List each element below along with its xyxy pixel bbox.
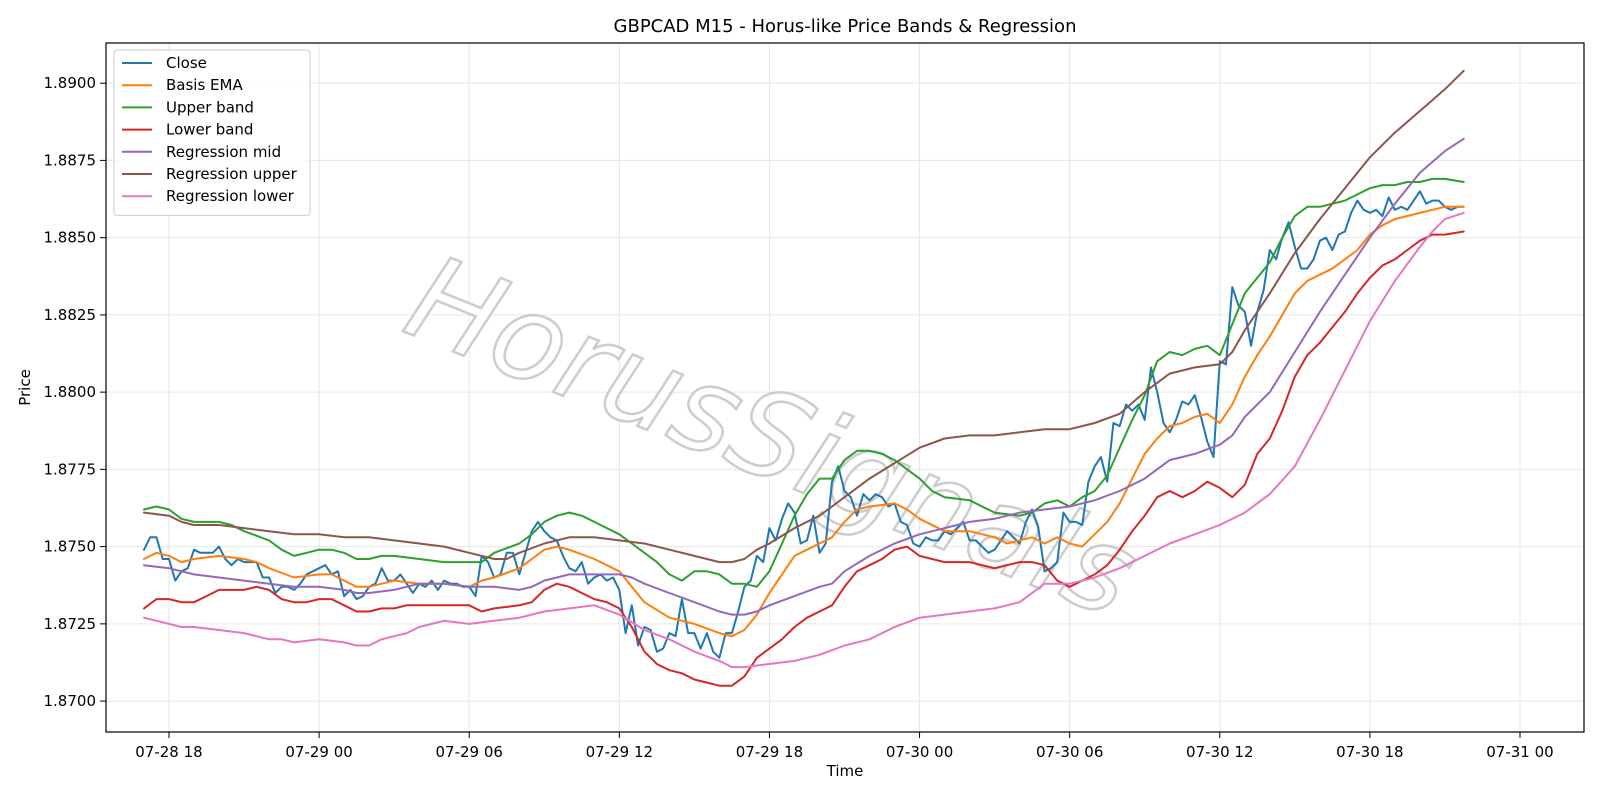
legend-label: Lower band xyxy=(166,121,253,139)
x-tick-label: 07-30 12 xyxy=(1186,743,1253,761)
x-tick-label: 07-29 18 xyxy=(736,743,803,761)
plot-frame xyxy=(105,42,1585,733)
x-tick-label: 07-30 06 xyxy=(1036,743,1103,761)
price-chart: GBPCAD M15 - Horus-like Price Bands & Re… xyxy=(16,16,1585,780)
y-tick-label: 1.8750 xyxy=(44,538,97,556)
x-tick-label: 07-31 00 xyxy=(1486,743,1553,761)
legend-label: Close xyxy=(166,54,207,72)
legend-label: Regression mid xyxy=(166,143,281,161)
y-axis: 1.8700 1.8725 1.8750 1.8775 1.8800 1.8825 1.88… xyxy=(44,74,106,710)
y-tick-label: 1.8700 xyxy=(44,692,97,710)
y-tick-label: 1.8875 xyxy=(44,151,97,169)
x-axis-label: Time xyxy=(826,762,864,780)
y-tick-label: 1.8800 xyxy=(44,383,97,401)
chart-container: GBPCAD M15 - Horus-like Price Bands & Re… xyxy=(0,0,1600,800)
x-tick-label: 07-29 00 xyxy=(285,743,352,761)
grid xyxy=(106,43,1584,732)
x-tick-label: 07-29 06 xyxy=(435,743,502,761)
legend-label: Regression lower xyxy=(166,187,295,205)
x-tick-label: 07-30 18 xyxy=(1336,743,1403,761)
legend-label: Regression upper xyxy=(166,165,298,183)
y-tick-label: 1.8825 xyxy=(44,306,97,324)
legend-label: Upper band xyxy=(166,98,254,116)
y-tick-label: 1.8725 xyxy=(44,615,97,633)
y-tick-label: 1.8900 xyxy=(44,74,97,92)
legend: Close Basis EMA Upper band Lower band Regres… xyxy=(113,49,311,216)
legend-label: Basis EMA xyxy=(166,76,243,94)
watermark: HorusSignals xyxy=(388,227,1156,646)
watermark-text: HorusSignals xyxy=(390,228,1155,644)
x-tick-label: 07-29 12 xyxy=(586,743,653,761)
x-tick-label: 07-30 00 xyxy=(886,743,953,761)
y-tick-label: 1.8850 xyxy=(44,229,97,247)
x-tick-label: 07-28 18 xyxy=(135,743,202,761)
chart-title: GBPCAD M15 - Horus-like Price Bands & Re… xyxy=(614,16,1077,37)
y-tick-label: 1.8775 xyxy=(44,460,97,478)
y-axis-label: Price xyxy=(16,369,34,406)
x-axis: 07-28 18 07-29 00 07-29 06 07-29 12 07-29 18… xyxy=(135,732,1554,761)
